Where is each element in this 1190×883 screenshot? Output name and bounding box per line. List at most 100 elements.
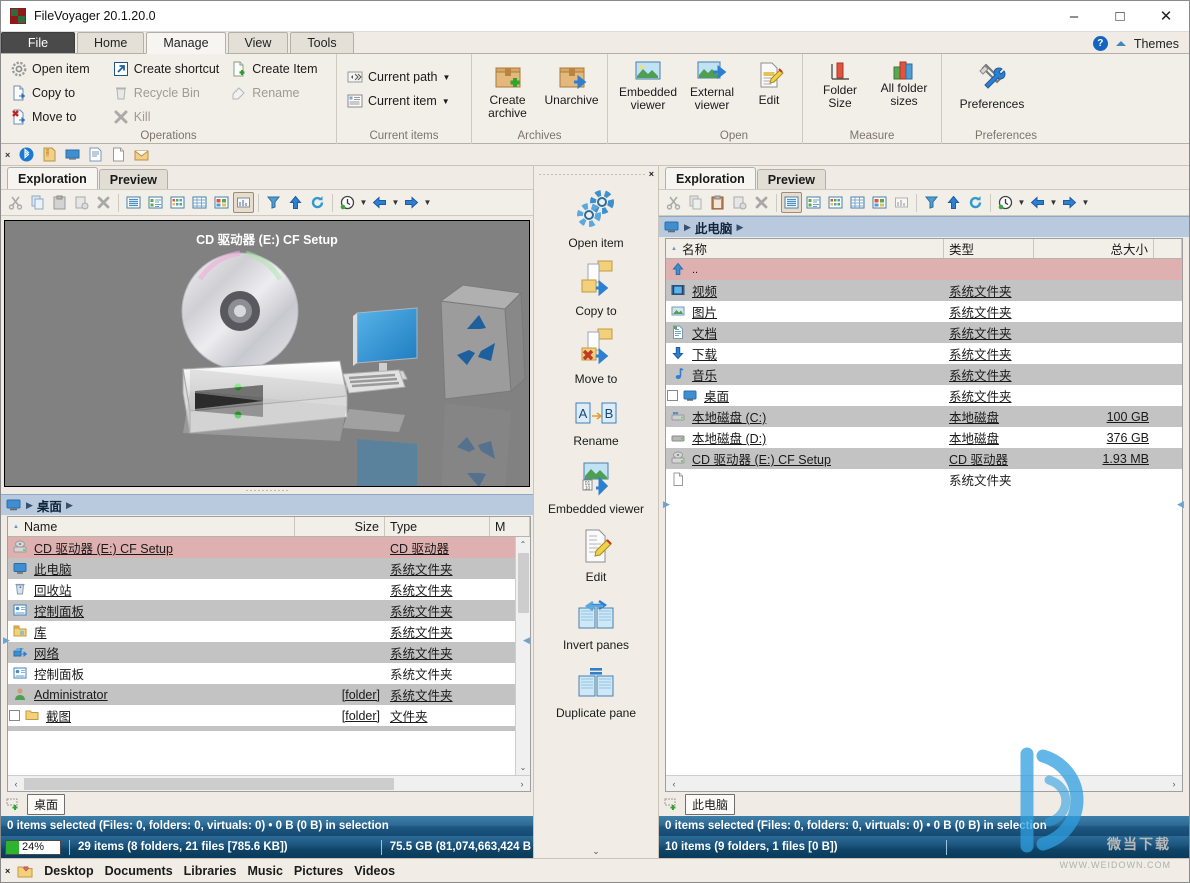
refresh-icon[interactable] bbox=[965, 192, 986, 213]
screen-icon[interactable] bbox=[65, 147, 81, 163]
column-header-total-size[interactable]: 总大小 bbox=[1034, 239, 1154, 258]
back-icon[interactable] bbox=[1027, 192, 1048, 213]
help-icon[interactable]: ? bbox=[1092, 36, 1108, 51]
copy-icon[interactable] bbox=[27, 192, 48, 213]
favorites-folder-icon[interactable] bbox=[17, 863, 33, 879]
chevron-down-icon[interactable]: ▼ bbox=[442, 97, 450, 106]
right-list-horizontal-scrollbar[interactable]: ‹ › bbox=[666, 775, 1182, 791]
table-row[interactable]: 下载 系统文件夹 bbox=[666, 343, 1182, 364]
ribbon-move-to[interactable]: Move to bbox=[7, 106, 109, 128]
tab-home[interactable]: Home bbox=[77, 32, 145, 53]
forward-dropdown-caret-icon[interactable]: ▼ bbox=[1081, 192, 1090, 213]
center-bar-scroll-down-icon[interactable]: ⌄ bbox=[534, 844, 658, 858]
up-icon[interactable] bbox=[943, 192, 964, 213]
close-button[interactable]: ✕ bbox=[1143, 1, 1189, 32]
history-icon[interactable] bbox=[995, 192, 1016, 213]
favorite-libraries[interactable]: Libraries bbox=[184, 864, 237, 878]
table-view-icon[interactable] bbox=[847, 192, 868, 213]
breadcrumb-arrow-icon[interactable]: ▶ bbox=[736, 222, 743, 233]
forward-dropdown-caret-icon[interactable]: ▼ bbox=[423, 192, 432, 213]
bluetooth-icon[interactable] bbox=[19, 147, 35, 163]
refresh-icon[interactable] bbox=[307, 192, 328, 213]
column-header-type[interactable]: 类型 bbox=[944, 239, 1034, 258]
cut-icon[interactable] bbox=[5, 192, 26, 213]
icons-view-icon[interactable] bbox=[211, 192, 232, 213]
cut-icon[interactable] bbox=[663, 192, 684, 213]
table-row[interactable]: 图片 系统文件夹 bbox=[666, 301, 1182, 322]
ribbon-current-item[interactable]: Current item ▼ bbox=[343, 90, 465, 112]
ribbon-create-shortcut[interactable]: Create shortcut bbox=[109, 58, 227, 80]
table-row[interactable]: 库 系统文件夹 bbox=[8, 621, 515, 642]
maximize-button[interactable]: □ bbox=[1097, 1, 1143, 32]
filter-icon[interactable] bbox=[921, 192, 942, 213]
column-header-modified[interactable]: M bbox=[490, 517, 530, 536]
blank-page-icon[interactable] bbox=[111, 147, 127, 163]
left-pane-splitter[interactable] bbox=[1, 487, 533, 494]
ribbon-recycle-bin[interactable]: Recycle Bin bbox=[109, 82, 227, 104]
table-row[interactable]: 桌面 系统文件夹 bbox=[666, 385, 1182, 406]
column-header-type[interactable]: Type bbox=[385, 517, 490, 536]
left-pane-collapse-handle[interactable]: ◀ bbox=[522, 631, 531, 649]
breadcrumb-segment[interactable]: 桌面 bbox=[37, 496, 62, 515]
breadcrumb-segment[interactable]: 此电脑 bbox=[695, 218, 733, 237]
quickbar-close-icon[interactable]: × bbox=[5, 150, 10, 160]
paste-icon[interactable] bbox=[707, 192, 728, 213]
history-icon[interactable] bbox=[337, 192, 358, 213]
table-row[interactable]: 音乐 系统文件夹 bbox=[666, 364, 1182, 385]
favbar-close-icon[interactable]: × bbox=[5, 866, 10, 876]
scroll-right-icon[interactable]: › bbox=[514, 776, 530, 792]
breadcrumb-arrow-icon[interactable]: ▶ bbox=[684, 222, 691, 233]
tab-view[interactable]: View bbox=[227, 32, 289, 53]
table-row[interactable]: 此电脑 系统文件夹 bbox=[8, 558, 515, 579]
ribbon-open-item[interactable]: Open item bbox=[7, 58, 109, 80]
paste-special-icon[interactable] bbox=[71, 192, 92, 213]
list-view-icon[interactable] bbox=[781, 192, 802, 213]
paste-icon[interactable] bbox=[49, 192, 70, 213]
scroll-right-icon[interactable]: › bbox=[1166, 776, 1182, 792]
details-view-icon[interactable] bbox=[803, 192, 824, 213]
back-icon[interactable] bbox=[369, 192, 390, 213]
favorite-pictures[interactable]: Pictures bbox=[294, 864, 343, 878]
table-row[interactable]: .. bbox=[666, 259, 1182, 280]
left-pane-expand-handle[interactable]: ▶ bbox=[2, 631, 11, 649]
table-row[interactable]: 控制面板 系统文件夹 bbox=[8, 600, 515, 621]
breadcrumb-arrow-icon[interactable]: ▶ bbox=[26, 500, 33, 511]
left-dir-tab[interactable]: 桌面 bbox=[27, 793, 66, 815]
table-view-icon[interactable] bbox=[189, 192, 210, 213]
icons-view-icon[interactable] bbox=[869, 192, 890, 213]
tiles-view-icon[interactable] bbox=[825, 192, 846, 213]
new-tab-icon[interactable] bbox=[664, 796, 680, 812]
table-row[interactable]: 系统文件夹 bbox=[666, 469, 1182, 490]
paste-special-icon[interactable] bbox=[729, 192, 750, 213]
right-pane-expand-handle[interactable]: ▶ bbox=[662, 495, 671, 513]
center-copy-to[interactable]: Copy to bbox=[536, 254, 656, 322]
table-row[interactable]: 截图 [folder] 文件夹 bbox=[8, 705, 515, 726]
back-dropdown-caret-icon[interactable]: ▼ bbox=[391, 192, 400, 213]
delete-icon[interactable] bbox=[751, 192, 772, 213]
history-dropdown-caret-icon[interactable]: ▼ bbox=[359, 192, 368, 213]
left-tab-preview[interactable]: Preview bbox=[98, 169, 169, 189]
right-tab-exploration[interactable]: Exploration bbox=[665, 167, 756, 189]
left-tab-exploration[interactable]: Exploration bbox=[7, 167, 98, 189]
column-header-size[interactable]: Size bbox=[295, 517, 385, 536]
favorite-music[interactable]: Music bbox=[247, 864, 282, 878]
themes-button[interactable]: Themes bbox=[1134, 37, 1179, 51]
table-row[interactable] bbox=[8, 726, 515, 731]
list-view-icon[interactable] bbox=[123, 192, 144, 213]
ribbon-current-path[interactable]: Current path ▼ bbox=[343, 66, 465, 88]
minimize-button[interactable]: – bbox=[1051, 1, 1097, 32]
left-list-horizontal-scrollbar[interactable]: ‹ › bbox=[8, 775, 530, 791]
left-list-vertical-scrollbar[interactable]: ⌃ ⌄ bbox=[515, 537, 530, 775]
forward-icon[interactable] bbox=[401, 192, 422, 213]
ribbon-rename[interactable]: Rename bbox=[227, 82, 330, 104]
table-row[interactable]: Administrator [folder] 系统文件夹 bbox=[8, 684, 515, 705]
scroll-down-icon[interactable]: ⌄ bbox=[516, 760, 531, 775]
history-dropdown-caret-icon[interactable]: ▼ bbox=[1017, 192, 1026, 213]
table-row[interactable]: 本地磁盘 (D:) 本地磁盘 376 GB bbox=[666, 427, 1182, 448]
delete-icon[interactable] bbox=[93, 192, 114, 213]
right-dir-tab[interactable]: 此电脑 bbox=[685, 793, 736, 815]
tiles-view-icon[interactable] bbox=[167, 192, 188, 213]
table-row[interactable]: 文档 系统文件夹 bbox=[666, 322, 1182, 343]
tab-manage[interactable]: Manage bbox=[146, 32, 226, 54]
ribbon-kill[interactable]: Kill bbox=[109, 106, 227, 128]
